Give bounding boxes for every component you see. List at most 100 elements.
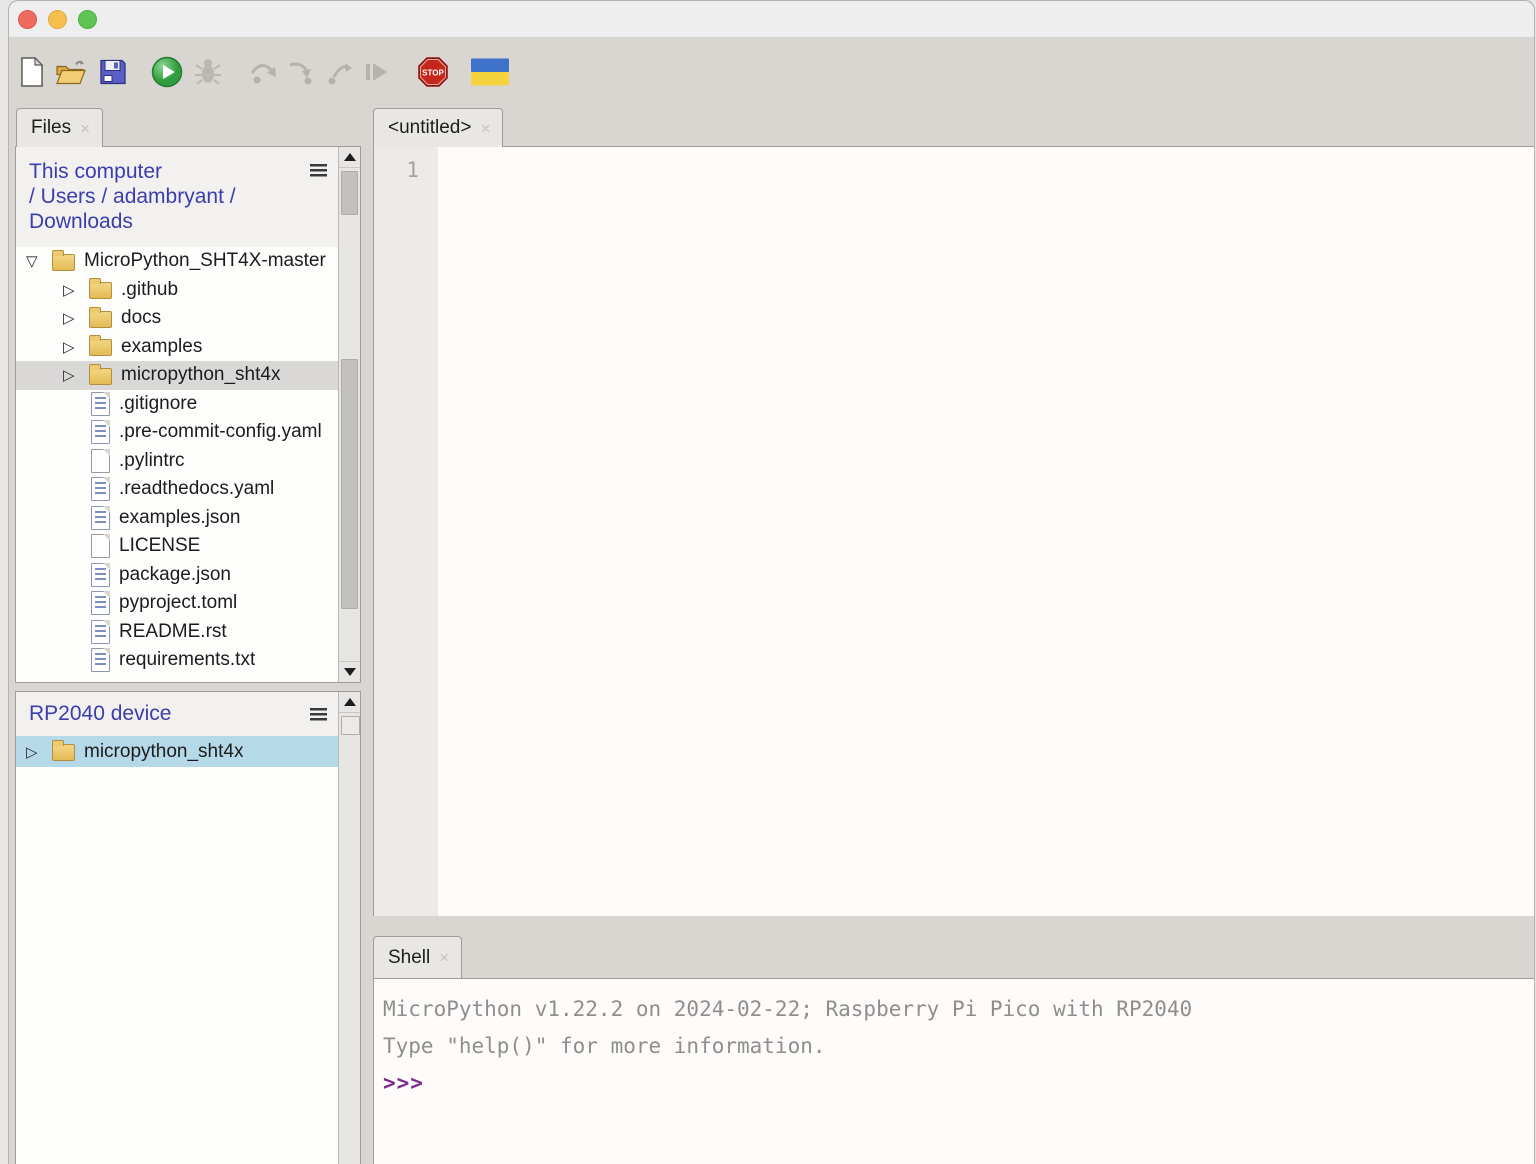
thonny-window: STOP Files This computer / Users / adamb… [8,0,1535,1164]
plain-file-icon [91,534,110,558]
tree-row[interactable]: README.rst [16,618,338,647]
minimize-button[interactable] [48,10,67,29]
step-over-button [249,59,277,85]
tree-row-selected[interactable]: micropython_sht4x [16,736,338,767]
tree-row[interactable]: .gitignore [16,390,338,419]
shell-panel[interactable]: MicroPython v1.22.2 on 2024-02-22; Raspb… [373,978,1534,1164]
tree-row[interactable]: .pylintrc [16,447,338,476]
scroll-down-button[interactable] [339,661,360,682]
zoom-button[interactable] [78,10,97,29]
editor-area[interactable] [438,147,1534,916]
files-menu-icon[interactable] [310,164,327,177]
run-button[interactable] [151,56,183,88]
tree-row[interactable]: examples.json [16,504,338,533]
shell-help-line: Type "help()" for more information. [383,1028,1534,1065]
arrow-up-icon [344,153,356,161]
step-over-icon [249,59,277,85]
ukraine-flag-button[interactable] [471,59,509,86]
scrollbar-thumb[interactable] [341,716,360,735]
tab-editor-untitled[interactable]: <untitled> [373,108,503,147]
device-tree: micropython_sht4x [16,736,338,1164]
device-scrollbar[interactable] [338,692,360,1164]
files-panel: This computer / Users / adambryant / Dow… [15,146,361,683]
breadcrumb-line-1[interactable]: This computer [29,159,326,184]
tab-shell-label: Shell [388,947,430,969]
arrow-down-icon [344,668,356,676]
folder-icon [52,254,75,271]
tree-row[interactable]: package.json [16,561,338,590]
stop-restart-button[interactable]: STOP [417,56,449,88]
debug-button [195,57,221,87]
close-tab-icon[interactable] [480,120,490,137]
save-file-button[interactable] [99,59,126,86]
tree-row[interactable]: docs [16,304,338,333]
line-number: 1 [374,147,438,182]
chevron-collapsed-icon[interactable] [63,338,89,356]
shell-banner-line: MicroPython v1.22.2 on 2024-02-22; Raspb… [383,991,1534,1028]
folder-icon [52,744,75,761]
scroll-up-button[interactable] [339,692,360,713]
new-file-button[interactable] [20,57,44,87]
scrollbar-thumb[interactable] [341,171,358,215]
new-file-icon [20,57,44,87]
text-file-icon [91,392,110,416]
tree-row-selected[interactable]: micropython_sht4x [16,361,338,390]
tab-files[interactable]: Files [16,108,103,147]
tree-row[interactable]: .pre-commit-config.yaml [16,418,338,447]
chevron-collapsed-icon[interactable] [63,309,89,327]
tab-shell[interactable]: Shell [373,936,462,978]
resume-button [363,59,389,85]
tree-row[interactable]: pyproject.toml [16,589,338,618]
tree-row[interactable]: LICENSE [16,532,338,561]
tree-row[interactable]: MicroPython_SHT4X-master [16,247,338,276]
chevron-collapsed-icon[interactable] [63,281,89,299]
editor-panel: 1 [373,146,1534,916]
titlebar [9,1,1534,38]
window-controls [9,10,97,29]
chevron-collapsed-icon[interactable] [63,366,89,384]
chevron-expanded-icon[interactable] [26,252,52,270]
step-into-icon [287,59,315,85]
text-file-icon [91,620,110,644]
tree-row[interactable]: .readthedocs.yaml [16,475,338,504]
save-floppy-icon [99,59,126,86]
step-out-icon [325,59,353,85]
line-number-gutter: 1 [374,147,438,916]
plain-file-icon [91,449,110,473]
device-panel-header: RP2040 device [16,692,360,736]
device-header-label[interactable]: RP2040 device [29,702,171,726]
folder-icon [89,311,112,328]
arrow-up-icon [344,698,356,706]
tree-row[interactable]: examples [16,333,338,362]
resume-icon [363,59,389,85]
step-into-button [287,59,315,85]
folder-icon [89,282,112,299]
folder-icon [89,339,112,356]
device-files-panel: RP2040 device micropython_sht4x [15,691,361,1164]
text-file-icon [91,506,110,530]
text-file-icon [91,420,110,444]
close-button[interactable] [18,10,37,29]
chevron-collapsed-icon[interactable] [26,743,52,761]
device-menu-icon[interactable] [310,708,327,721]
stop-sign-icon: STOP [417,56,449,88]
breadcrumb-line-3[interactable]: Downloads [29,209,326,234]
close-tab-icon[interactable] [80,120,90,137]
tree-row[interactable]: .github [16,276,338,305]
tree-row[interactable]: requirements.txt [16,646,338,675]
close-tab-icon[interactable] [439,949,449,966]
toolbar: STOP [9,38,1534,106]
tab-files-label: Files [31,117,71,139]
tab-editor-label: <untitled> [388,117,471,139]
scroll-up-button[interactable] [339,147,360,168]
open-file-button[interactable] [55,59,87,86]
text-file-icon [91,648,110,672]
files-scrollbar[interactable] [338,147,360,682]
files-tree: MicroPython_SHT4X-master .github docs ex… [16,247,338,682]
breadcrumb-line-2[interactable]: / Users / adambryant / [29,184,326,209]
shell-prompt[interactable]: >>> [383,1065,1534,1102]
files-path-breadcrumb: This computer / Users / adambryant / Dow… [16,147,360,247]
debug-bug-icon [195,57,221,87]
text-file-icon [91,477,110,501]
scrollbar-thumb[interactable] [341,359,358,609]
